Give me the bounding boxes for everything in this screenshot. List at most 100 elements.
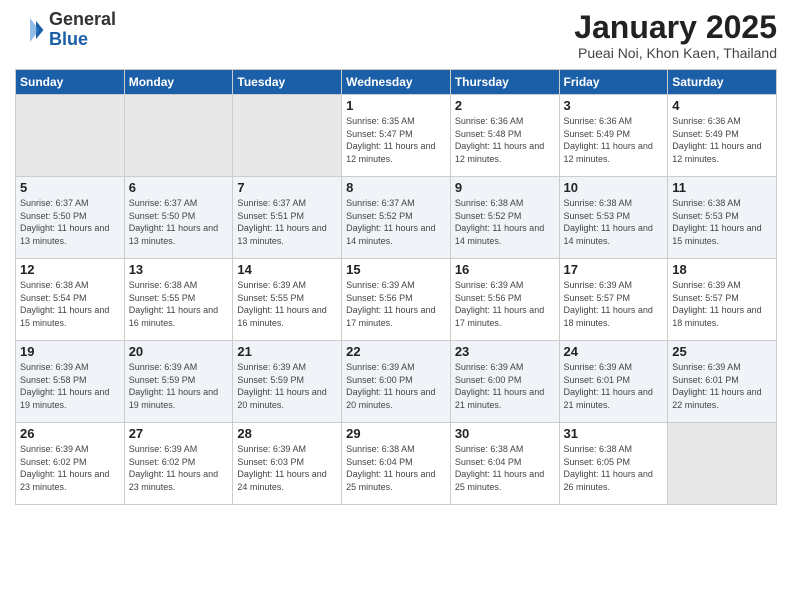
sunrise-text: Sunrise: 6:39 AM — [20, 361, 120, 374]
calendar-header-row: SundayMondayTuesdayWednesdayThursdayFrid… — [16, 70, 777, 95]
day-number: 24 — [564, 344, 664, 359]
calendar-cell — [16, 95, 125, 177]
calendar-cell: 19Sunrise: 6:39 AMSunset: 5:58 PMDayligh… — [16, 341, 125, 423]
header: General Blue January 2025 Pueai Noi, Kho… — [15, 10, 777, 61]
calendar-cell: 6Sunrise: 6:37 AMSunset: 5:50 PMDaylight… — [124, 177, 233, 259]
sunrise-text: Sunrise: 6:38 AM — [346, 443, 446, 456]
day-info: Sunrise: 6:38 AMSunset: 5:55 PMDaylight:… — [129, 279, 229, 329]
daylight-text: Daylight: 11 hours and 23 minutes. — [20, 468, 120, 493]
sunset-text: Sunset: 6:01 PM — [564, 374, 664, 387]
daylight-text: Daylight: 11 hours and 25 minutes. — [455, 468, 555, 493]
day-info: Sunrise: 6:37 AMSunset: 5:51 PMDaylight:… — [237, 197, 337, 247]
day-info: Sunrise: 6:39 AMSunset: 5:59 PMDaylight:… — [237, 361, 337, 411]
calendar-cell: 18Sunrise: 6:39 AMSunset: 5:57 PMDayligh… — [668, 259, 777, 341]
day-info: Sunrise: 6:38 AMSunset: 5:53 PMDaylight:… — [564, 197, 664, 247]
calendar-header-sunday: Sunday — [16, 70, 125, 95]
daylight-text: Daylight: 11 hours and 15 minutes. — [20, 304, 120, 329]
sunset-text: Sunset: 5:47 PM — [346, 128, 446, 141]
day-number: 23 — [455, 344, 555, 359]
sunset-text: Sunset: 5:56 PM — [346, 292, 446, 305]
calendar-cell: 10 Sunrise: 6:38 AMSunset: 5:53 PMDayligh… — [559, 177, 668, 259]
daylight-text: Daylight: 11 hours and 18 minutes. — [672, 304, 772, 329]
calendar-week-4: 19Sunrise: 6:39 AMSunset: 5:58 PMDayligh… — [16, 341, 777, 423]
daylight-text: Daylight: 11 hours and 19 minutes. — [20, 386, 120, 411]
sunset-text: Sunset: 5:54 PM — [20, 292, 120, 305]
day-number: 11 — [672, 180, 772, 195]
sunrise-text: Sunrise: 6:36 AM — [455, 115, 555, 128]
day-info: Sunrise: 6:39 AMSunset: 5:59 PMDaylight:… — [129, 361, 229, 411]
calendar-cell: 13 Sunrise: 6:38 AMSunset: 5:55 PMDayligh… — [124, 259, 233, 341]
calendar-cell: 14 Sunrise: 6:39 AMSunset: 5:55 PMDayligh… — [233, 259, 342, 341]
daylight-text: Daylight: 11 hours and 22 minutes. — [672, 386, 772, 411]
sunset-text: Sunset: 5:53 PM — [672, 210, 772, 223]
calendar-week-3: 12Sunrise: 6:38 AMSunset: 5:54 PMDayligh… — [16, 259, 777, 341]
calendar-cell: 26Sunrise: 6:39 AMSunset: 6:02 PMDayligh… — [16, 423, 125, 505]
sunrise-text: Sunrise: 6:38 AM — [564, 443, 664, 456]
calendar-cell: 8Sunrise: 6:37 AMSunset: 5:52 PMDaylight… — [342, 177, 451, 259]
day-info: Sunrise: 6:37 AMSunset: 5:50 PMDaylight:… — [20, 197, 120, 247]
logo-blue-text: Blue — [49, 30, 116, 50]
day-number: 13 — [129, 262, 229, 277]
day-number: 26 — [20, 426, 120, 441]
calendar-week-2: 5Sunrise: 6:37 AMSunset: 5:50 PMDaylight… — [16, 177, 777, 259]
calendar-cell: 5 Sunrise: 6:37 AMSunset: 5:50 PMDaylight… — [16, 177, 125, 259]
day-number: 10 — [564, 180, 664, 195]
day-info: Sunrise: 6:39 AMSunset: 5:57 PMDaylight:… — [672, 279, 772, 329]
calendar-cell: 31 Sunrise: 6:38 AMSunset: 6:05 PMDayligh… — [559, 423, 668, 505]
day-info: Sunrise: 6:36 AMSunset: 5:49 PMDaylight:… — [672, 115, 772, 165]
sunset-text: Sunset: 5:53 PM — [564, 210, 664, 223]
daylight-text: Daylight: 11 hours and 18 minutes. — [564, 304, 664, 329]
calendar-header-monday: Monday — [124, 70, 233, 95]
day-number: 14 — [237, 262, 337, 277]
sunset-text: Sunset: 6:02 PM — [129, 456, 229, 469]
calendar-header-wednesday: Wednesday — [342, 70, 451, 95]
sunrise-text: Sunrise: 6:38 AM — [672, 197, 772, 210]
sunset-text: Sunset: 5:57 PM — [564, 292, 664, 305]
calendar-cell: 25Sunrise: 6:39 AMSunset: 6:01 PMDayligh… — [668, 341, 777, 423]
daylight-text: Daylight: 11 hours and 17 minutes. — [346, 304, 446, 329]
day-info: Sunrise: 6:39 AMSunset: 5:55 PMDaylight:… — [237, 279, 337, 329]
sunrise-text: Sunrise: 6:39 AM — [455, 361, 555, 374]
calendar-subtitle: Pueai Noi, Khon Kaen, Thailand — [574, 45, 777, 61]
day-number: 31 — [564, 426, 664, 441]
sunset-text: Sunset: 6:00 PM — [346, 374, 446, 387]
calendar-cell: 9Sunrise: 6:38 AMSunset: 5:52 PMDaylight… — [450, 177, 559, 259]
day-number: 5 — [20, 180, 120, 195]
day-info: Sunrise: 6:39 AMSunset: 6:03 PMDaylight:… — [237, 443, 337, 493]
sunrise-text: Sunrise: 6:38 AM — [129, 279, 229, 292]
day-info: Sunrise: 6:38 AMSunset: 6:05 PMDaylight:… — [564, 443, 664, 493]
day-number: 19 — [20, 344, 120, 359]
sunset-text: Sunset: 5:50 PM — [129, 210, 229, 223]
day-number: 25 — [672, 344, 772, 359]
day-info: Sunrise: 6:38 AMSunset: 5:52 PMDaylight:… — [455, 197, 555, 247]
day-number: 7 — [237, 180, 337, 195]
sunrise-text: Sunrise: 6:37 AM — [129, 197, 229, 210]
day-number: 8 — [346, 180, 446, 195]
sunset-text: Sunset: 6:05 PM — [564, 456, 664, 469]
day-number: 27 — [129, 426, 229, 441]
calendar-title: January 2025 — [574, 10, 777, 45]
day-number: 17 — [564, 262, 664, 277]
calendar-week-5: 26 Sunrise: 6:39 AM Sunset: 6:02 PM Dayligh… — [16, 423, 777, 505]
sunset-text: Sunset: 5:52 PM — [455, 210, 555, 223]
day-info: Sunrise: 6:39 AMSunset: 5:56 PMDaylight:… — [346, 279, 446, 329]
daylight-text: Daylight: 11 hours and 16 minutes. — [237, 304, 337, 329]
logo: General Blue — [15, 10, 116, 50]
sunset-text: Sunset: 5:51 PM — [237, 210, 337, 223]
calendar-header-thursday: Thursday — [450, 70, 559, 95]
day-number: 1 — [346, 98, 446, 113]
sunrise-text: Sunrise: 6:39 AM — [20, 443, 120, 456]
logo-icon — [15, 15, 45, 45]
sunrise-text: Sunrise: 6:39 AM — [455, 279, 555, 292]
day-number: 22 — [346, 344, 446, 359]
day-number: 2 — [455, 98, 555, 113]
sunset-text: Sunset: 5:49 PM — [672, 128, 772, 141]
daylight-text: Daylight: 11 hours and 14 minutes. — [346, 222, 446, 247]
calendar-cell: 11Sunrise: 6:38 AMSunset: 5:53 PMDayligh… — [668, 177, 777, 259]
sunrise-text: Sunrise: 6:38 AM — [455, 197, 555, 210]
daylight-text: Daylight: 11 hours and 17 minutes. — [455, 304, 555, 329]
day-number: 30 — [455, 426, 555, 441]
day-info: Sunrise: 6:39 AMSunset: 6:01 PMDaylight:… — [564, 361, 664, 411]
sunrise-text: Sunrise: 6:35 AM — [346, 115, 446, 128]
calendar-cell: 16Sunrise: 6:39 AMSunset: 5:56 PMDayligh… — [450, 259, 559, 341]
